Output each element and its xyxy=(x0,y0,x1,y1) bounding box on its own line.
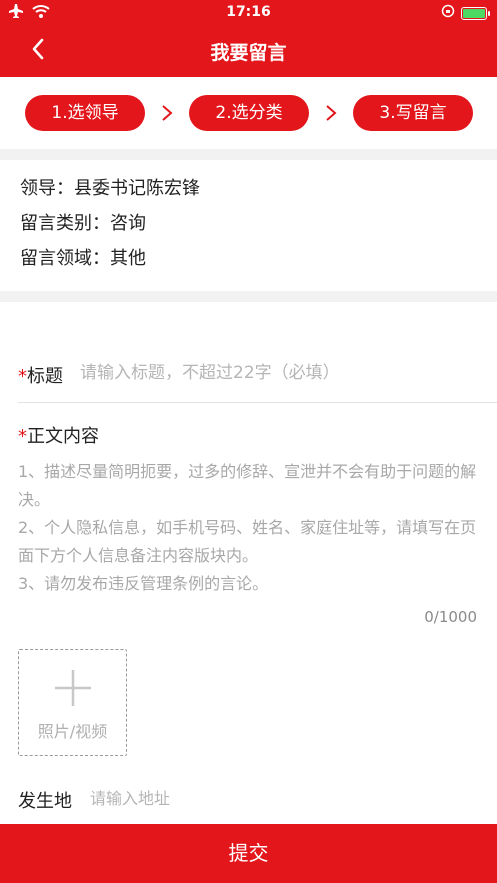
app-header: 17:16 我要留言 xyxy=(0,0,497,77)
title-input[interactable] xyxy=(80,358,480,388)
title-label: *标题 xyxy=(18,366,63,387)
leader-info: 领导：县委书记陈宏锋 xyxy=(20,178,200,199)
step-indicator: 1.选领导 2.选分类 3.写留言 xyxy=(0,77,497,149)
chevron-right-icon xyxy=(162,105,173,121)
address-label: 发生地 xyxy=(18,791,72,812)
divider xyxy=(18,402,497,403)
orientation-lock-icon xyxy=(441,4,455,22)
upload-media-button[interactable]: 照片/视频 xyxy=(18,649,127,756)
status-right xyxy=(441,4,490,22)
required-mark: * xyxy=(18,366,27,387)
section-divider xyxy=(0,149,497,160)
status-bar: 17:16 xyxy=(0,0,497,26)
required-mark: * xyxy=(18,426,27,447)
step-select-leader[interactable]: 1.选领导 xyxy=(25,95,145,131)
body-label: *正文内容 xyxy=(18,426,99,447)
domain-info: 留言领域：其他 xyxy=(20,248,146,269)
step-write-message[interactable]: 3.写留言 xyxy=(353,95,473,131)
upload-label: 照片/视频 xyxy=(37,722,108,741)
submit-button[interactable]: 提交 xyxy=(0,824,497,883)
body-textarea[interactable] xyxy=(18,458,478,608)
plus-icon xyxy=(55,670,91,706)
chevron-right-icon xyxy=(326,105,337,121)
message-form: *标题 *正文内容 0/1000 照片/视频 发生地 xyxy=(0,302,497,824)
selection-summary: 领导：县委书记陈宏锋 留言类别：咨询 留言领域：其他 xyxy=(0,160,497,291)
status-time: 17:16 xyxy=(226,4,271,20)
page-title: 我要留言 xyxy=(210,42,287,64)
category-info: 留言类别：咨询 xyxy=(20,213,146,234)
char-counter: 0/1000 xyxy=(424,608,477,626)
address-input[interactable] xyxy=(90,784,470,812)
battery-fill xyxy=(463,8,485,18)
step-select-category[interactable]: 2.选分类 xyxy=(189,95,309,131)
battery-charging-icon xyxy=(461,6,490,20)
section-divider xyxy=(0,291,497,302)
